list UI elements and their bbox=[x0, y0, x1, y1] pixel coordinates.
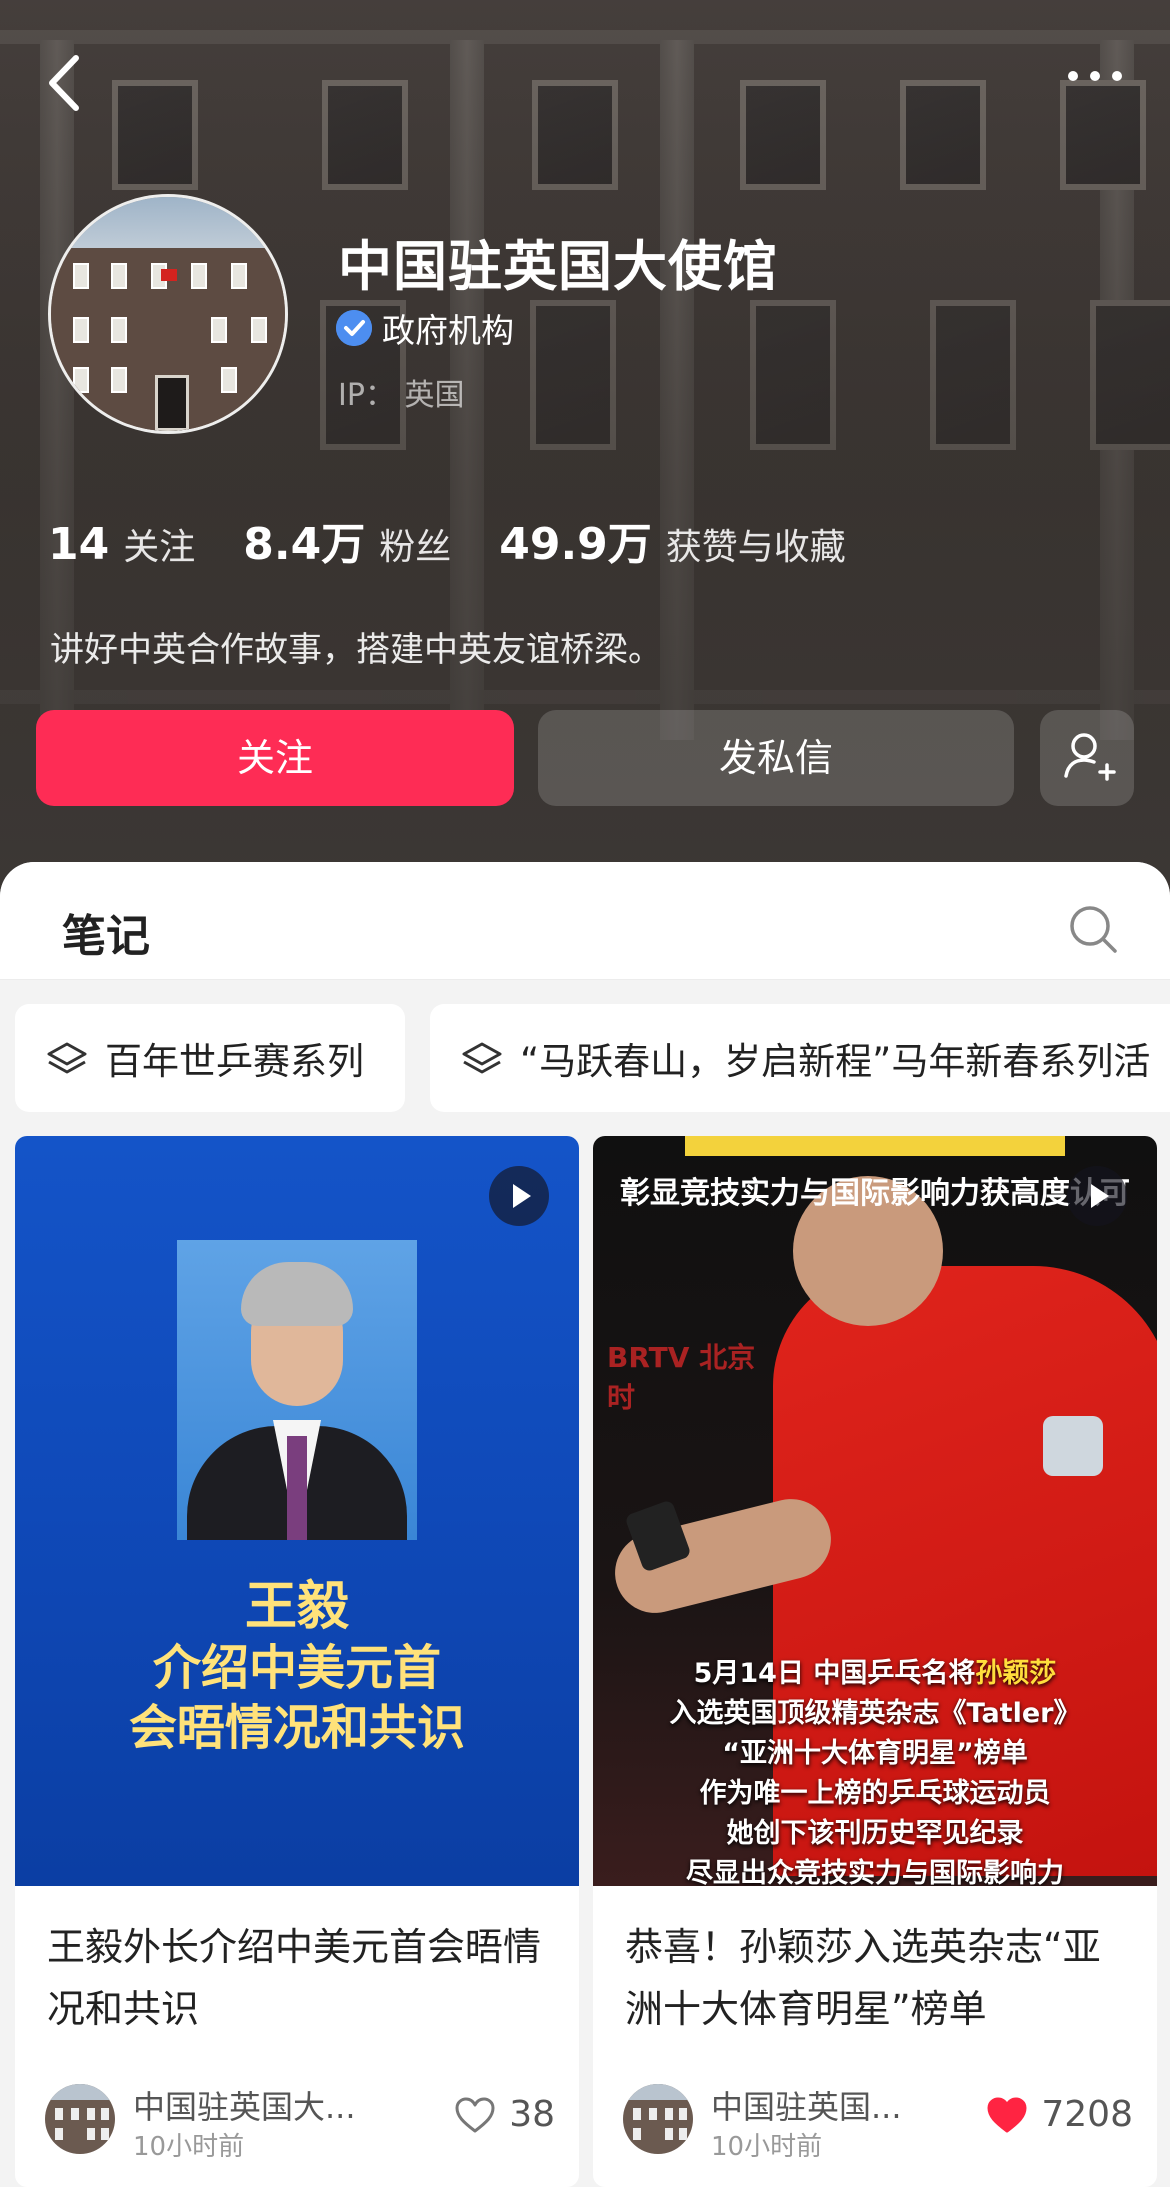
caption-line: 她创下该刊历史罕见纪录 bbox=[726, 1818, 1024, 1849]
note-card[interactable]: BRTV 北京时 彰显竞技实力与国际影响力获高度认可 5月14日 中国乒乓名将孙… bbox=[593, 1136, 1157, 2187]
stat-followers[interactable]: 8.4万 粉丝 bbox=[243, 508, 451, 572]
collection-chip[interactable]: 百年世乒赛系列 bbox=[15, 1004, 405, 1112]
collection-label: 百年世乒赛系列 bbox=[105, 1040, 364, 1083]
profile-bio: 讲好中英合作故事，搭建中英友谊桥梁。 bbox=[50, 630, 662, 670]
stat-value: 8.4万 bbox=[243, 519, 366, 570]
tab-notes[interactable]: 笔记 bbox=[62, 900, 150, 964]
stat-label: 获赞与收藏 bbox=[665, 527, 846, 568]
headline-line: 介绍中美元首 bbox=[152, 1640, 441, 1696]
collection-list: 百年世乒赛系列 “马跃春山，岁启新程”马年新春系列活 bbox=[0, 1004, 1170, 1114]
like-button[interactable]: 38 bbox=[453, 2094, 555, 2135]
post-time: 10小时前 bbox=[711, 2132, 823, 2162]
ip-location: IP： 英国 bbox=[338, 370, 465, 414]
heart-outline-icon bbox=[455, 2097, 495, 2132]
collection-chip[interactable]: “马跃春山，岁启新程”马年新春系列活 bbox=[430, 1004, 1170, 1112]
thumbnail-headline: 王毅 介绍中美元首 会晤情况和共识 bbox=[15, 1576, 579, 1758]
highlighted-name: 孙颖莎 bbox=[975, 1658, 1057, 1689]
stat-label: 粉丝 bbox=[379, 527, 452, 568]
verification-row: 政府机构 bbox=[336, 308, 514, 350]
author-name[interactable]: 中国驻英国... bbox=[711, 2082, 931, 2128]
note-thumbnail: BRTV 北京时 彰显竞技实力与国际影响力获高度认可 5月14日 中国乒乓名将孙… bbox=[593, 1136, 1157, 1886]
author-avatar[interactable] bbox=[45, 2084, 115, 2154]
tv-logo: BRTV 北京时 bbox=[607, 1341, 756, 1414]
portrait-image bbox=[177, 1240, 417, 1540]
stat-likes-saves[interactable]: 49.9万 获赞与收藏 bbox=[499, 508, 846, 572]
more-dots-icon[interactable] bbox=[1060, 60, 1130, 100]
thumbnail-caption: 5月14日 中国乒乓名将孙颖莎 入选英国顶级精英杂志《Tatler》 “亚洲十大… bbox=[593, 1654, 1157, 1886]
caption-line: 作为唯一上榜的乒乓球运动员 bbox=[699, 1778, 1051, 1809]
caption-line: 尽显出众竞技实力与国际影响力 bbox=[686, 1858, 1064, 1886]
like-count: 38 bbox=[509, 2094, 555, 2135]
profile-avatar[interactable] bbox=[48, 194, 288, 434]
back-chevron-icon[interactable] bbox=[44, 52, 104, 122]
note-meta: 中国驻英国大... 10小时前 38 bbox=[45, 2076, 555, 2162]
note-card[interactable]: 王毅 介绍中美元首 会晤情况和共识 王毅外长介绍中美元首会晤情况和共识 中国驻英… bbox=[15, 1136, 579, 2187]
add-user-icon bbox=[1064, 733, 1116, 781]
notes-sheet: 笔记 百年世乒赛系列 “马跃春山，岁启新程”马年新春系列活 王毅 介绍中美元首 … bbox=[0, 862, 1170, 2187]
top-caption-bar bbox=[685, 1136, 1065, 1156]
caption-line: 入选英国顶级精英杂志《Tatler》 bbox=[669, 1698, 1081, 1729]
heart-filled-icon bbox=[987, 2097, 1027, 2132]
account-name: 中国驻英国大使馆 bbox=[338, 235, 778, 298]
collection-label: “马跃春山，岁启新程”马年新春系列活 bbox=[520, 1040, 1151, 1083]
profile-stats: 14 关注 8.4万 粉丝 49.9万 获赞与收藏 bbox=[48, 508, 894, 572]
profile-header: 中国驻英国大使馆 政府机构 IP： 英国 14 关注 8.4万 粉丝 49.9万… bbox=[0, 0, 1170, 900]
verified-check-icon bbox=[336, 310, 372, 346]
stat-label: 关注 bbox=[123, 527, 196, 568]
headline-line: 王毅 bbox=[244, 1577, 349, 1637]
message-button[interactable]: 发私信 bbox=[538, 710, 1014, 806]
note-thumbnail: 王毅 介绍中美元首 会晤情况和共识 bbox=[15, 1136, 579, 1886]
caption-line: 5月14日 中国乒乓名将孙颖莎 bbox=[693, 1658, 1057, 1689]
video-play-icon bbox=[489, 1166, 549, 1226]
layers-icon bbox=[47, 1042, 87, 1074]
note-meta: 中国驻英国... 10小时前 7208 bbox=[623, 2076, 1133, 2162]
like-count: 7208 bbox=[1041, 2094, 1133, 2135]
stat-following[interactable]: 14 关注 bbox=[48, 518, 195, 570]
caption-line: “亚洲十大体育明星”榜单 bbox=[722, 1738, 1028, 1769]
notes-tabbar: 笔记 bbox=[0, 862, 1170, 980]
stat-value: 14 bbox=[48, 519, 110, 570]
note-title: 王毅外长介绍中美元首会晤情况和共识 bbox=[47, 1925, 542, 2031]
video-play-icon bbox=[1067, 1166, 1127, 1226]
ip-label: IP： bbox=[338, 378, 395, 413]
ip-value: 英国 bbox=[404, 378, 465, 413]
like-button[interactable]: 7208 bbox=[985, 2094, 1133, 2135]
headline-line: 会晤情况和共识 bbox=[128, 1700, 465, 1756]
author-avatar[interactable] bbox=[623, 2084, 693, 2154]
verified-label: 政府机构 bbox=[382, 311, 514, 350]
author-name[interactable]: 中国驻英国大... bbox=[133, 2082, 393, 2128]
post-time: 10小时前 bbox=[133, 2132, 245, 2162]
follow-button[interactable]: 关注 bbox=[36, 710, 514, 806]
layers-icon bbox=[462, 1042, 502, 1074]
stat-value: 49.9万 bbox=[499, 519, 652, 570]
add-user-button[interactable] bbox=[1040, 710, 1134, 806]
search-icon[interactable] bbox=[1066, 902, 1120, 956]
note-title: 恭喜！孙颖莎入选英杂志“亚洲十大体育明星”榜单 bbox=[625, 1925, 1101, 2031]
